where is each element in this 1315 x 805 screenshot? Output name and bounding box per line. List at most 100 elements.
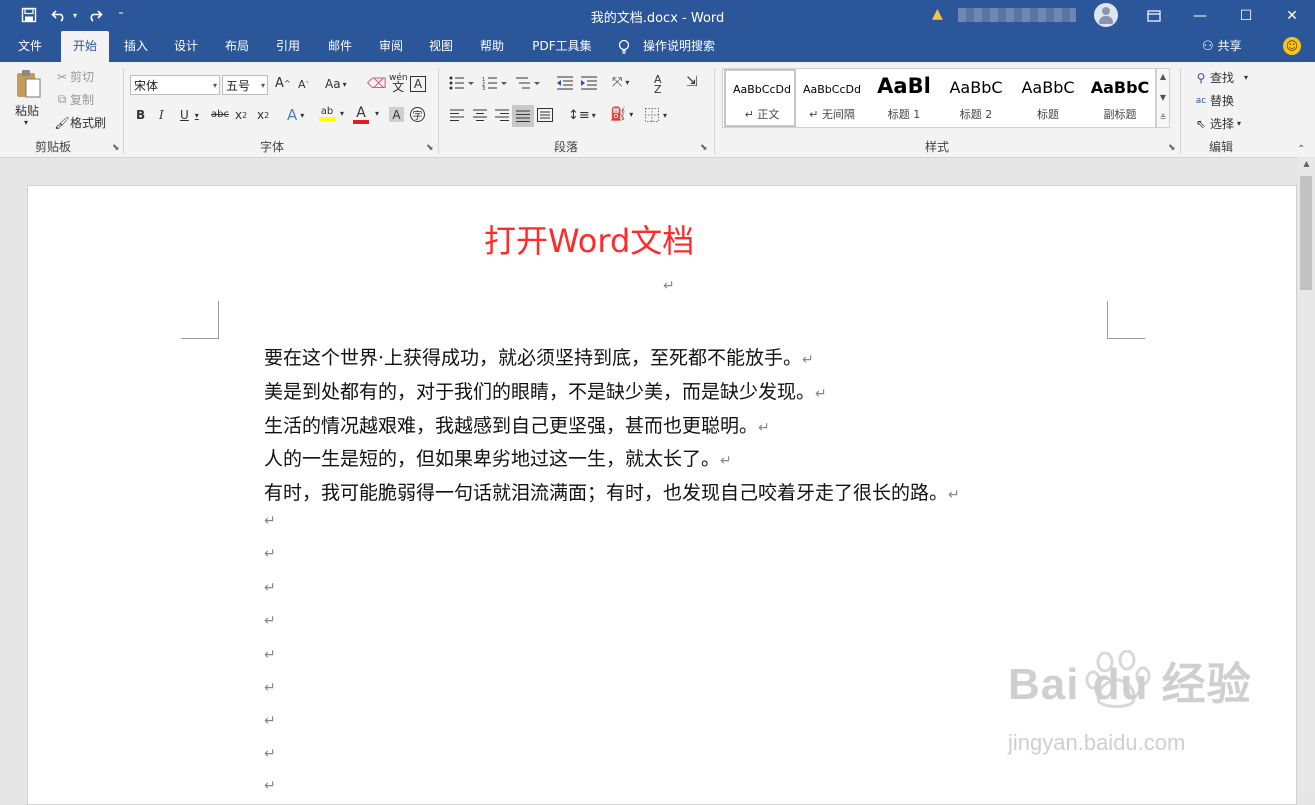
empty-paragraph-mark[interactable]: ↵ [264, 778, 276, 794]
paste-dropdown-icon[interactable]: ▾ [24, 118, 28, 127]
increase-indent-icon[interactable] [580, 76, 598, 90]
collapse-ribbon-icon[interactable]: ⌃ [1297, 144, 1305, 155]
chinese-layout-icon[interactable]: ⤧ ▾ [612, 75, 629, 90]
replace-button[interactable]: ac 替换 [1192, 92, 1234, 109]
tab-help[interactable]: 帮助 [470, 31, 514, 62]
align-left-icon[interactable] [449, 109, 465, 121]
scroll-down-icon[interactable]: ▼ [1157, 93, 1169, 102]
character-shading-icon[interactable]: A [389, 107, 404, 122]
warning-icon[interactable]: ▲ [932, 6, 943, 22]
tab-design[interactable]: 设计 [164, 31, 208, 62]
tab-insert[interactable]: 插入 [114, 31, 158, 62]
document-paragraph[interactable]: 生活的情况越艰难，我越感到自己更坚强，甚而也更聪明。↵ [264, 411, 770, 438]
ribbon-display-options-icon[interactable] [1131, 0, 1177, 31]
clipboard-launcher-icon[interactable]: ⬊ [112, 143, 120, 153]
justify-icon[interactable] [512, 105, 534, 127]
enclose-characters-icon[interactable]: 字 [410, 107, 425, 122]
font-launcher-icon[interactable]: ⬊ [426, 143, 434, 153]
underline-icon[interactable]: U ▾ [180, 108, 199, 122]
format-painter-button[interactable]: 🖌 格式刷 [54, 114, 106, 131]
cut-button[interactable]: ✂ 剪切 [54, 68, 94, 85]
sort-icon[interactable]: AZ [654, 74, 662, 95]
decrease-indent-icon[interactable] [556, 76, 574, 90]
vertical-scrollbar[interactable]: ▲ [1298, 157, 1315, 791]
italic-icon[interactable]: I [159, 108, 164, 122]
scrollbar-thumb[interactable] [1300, 176, 1312, 290]
share-button[interactable]: ⚇ 共享 [1202, 31, 1242, 62]
tab-pdf-tools[interactable]: PDF工具集 [526, 31, 598, 62]
scroll-up-icon[interactable]: ▲ [1298, 159, 1315, 168]
redo-icon[interactable] [84, 5, 106, 25]
tab-layout[interactable]: 布局 [215, 31, 259, 62]
tab-mailings[interactable]: 邮件 [318, 31, 362, 62]
styles-scroll[interactable]: ▲ ▼ ≚ [1156, 68, 1170, 128]
chevron-down-icon[interactable]: ▾ [340, 109, 344, 118]
more-styles-icon[interactable]: ≚ [1157, 113, 1169, 122]
tab-review[interactable]: 审阅 [369, 31, 413, 62]
strikethrough-icon[interactable]: abc [211, 109, 229, 120]
empty-paragraph-mark[interactable]: ↵ [264, 546, 276, 562]
tab-view[interactable]: 视图 [419, 31, 463, 62]
document-paragraph[interactable]: 要在这个世界·上获得成功，就必须坚持到底，至死都不能放手。↵ [264, 343, 814, 370]
save-icon[interactable] [18, 5, 40, 25]
empty-paragraph-mark[interactable]: ↵ [264, 680, 276, 696]
style-no-spacing[interactable]: AaBbCcDd ↵ 无间隔 [796, 69, 868, 127]
maximize-button[interactable]: ☐ [1223, 0, 1269, 31]
font-name-combo[interactable]: 宋体 ▾ [130, 75, 220, 95]
document-paragraph[interactable]: 人的一生是短的，但如果卑劣地过这一生，就太长了。↵ [264, 444, 732, 471]
tell-me-search[interactable]: 操作说明搜索 [643, 31, 723, 62]
grow-font-button[interactable]: A ^ [275, 76, 291, 91]
find-button[interactable]: ⚲ 查找 ▾ [1192, 69, 1248, 86]
align-center-icon[interactable] [472, 109, 488, 121]
undo-dropdown-icon[interactable]: ▾ [70, 5, 80, 25]
close-button[interactable]: ✕ [1269, 0, 1315, 31]
clear-formatting-icon[interactable]: ⌫ [367, 76, 387, 92]
customize-quick-access-icon[interactable]: ⁼ [114, 5, 128, 25]
tab-references[interactable]: 引用 [266, 31, 310, 62]
paste-icon[interactable] [14, 68, 46, 100]
styles-launcher-icon[interactable]: ⬊ [1168, 143, 1176, 153]
align-right-icon[interactable] [494, 109, 510, 121]
scroll-up-icon[interactable]: ▲ [1157, 72, 1169, 81]
change-case-button[interactable]: Aa ▾ [325, 77, 347, 91]
empty-paragraph-mark[interactable]: ↵ [264, 613, 276, 629]
empty-paragraph-mark[interactable]: ↵ [264, 746, 276, 762]
multilevel-list-icon[interactable] [515, 76, 541, 90]
line-spacing-icon[interactable]: ↕≡ ▾ [568, 108, 596, 123]
feedback-smiley-icon[interactable]: ☺ [1283, 37, 1301, 55]
document-heading[interactable]: 打开Word文档 [484, 216, 694, 262]
subscript-icon[interactable]: x2 [235, 108, 247, 122]
tab-home[interactable]: 开始 [61, 31, 109, 62]
paragraph-launcher-icon[interactable]: ⬊ [700, 143, 708, 153]
bold-icon[interactable]: B [136, 108, 145, 122]
tab-file[interactable]: 文件 [8, 31, 52, 62]
empty-paragraph-mark[interactable]: ↵ [264, 713, 276, 729]
numbering-icon[interactable]: 123 [482, 76, 508, 90]
style-title[interactable]: AaBbC 标题 [1012, 69, 1084, 127]
distributed-icon[interactable] [537, 108, 553, 122]
document-paragraph[interactable]: 有时，我可能脆弱得一句话就泪流满面；有时，也发现自己咬着牙走了很长的路。↵ [264, 478, 960, 505]
text-effects-icon[interactable]: A ▾ [287, 106, 304, 124]
undo-icon[interactable] [48, 5, 70, 25]
copy-button[interactable]: ⧉ 复制 [54, 91, 94, 108]
borders-icon[interactable]: ▾ [645, 108, 667, 122]
superscript-icon[interactable]: x2 [257, 108, 269, 122]
highlight-icon[interactable]: ab [319, 106, 335, 121]
select-button[interactable]: ⇖ 选择 ▾ [1192, 115, 1241, 132]
minimize-button[interactable]: — [1177, 0, 1223, 31]
paste-button-label[interactable]: 粘贴 [15, 102, 39, 119]
character-border-icon[interactable]: A [410, 76, 426, 92]
style-heading-1[interactable]: AaBl 标题 1 [868, 69, 940, 127]
style-heading-2[interactable]: AaBbC 标题 2 [940, 69, 1012, 127]
empty-paragraph-mark[interactable]: ↵ [264, 647, 276, 663]
phonetic-guide-icon[interactable]: wén 文 [389, 74, 408, 94]
shrink-font-button[interactable]: Aˇ [298, 78, 309, 91]
chevron-down-icon[interactable]: ▾ [375, 109, 379, 118]
bullets-icon[interactable] [449, 76, 475, 90]
shading-icon[interactable]: ⛽ ▾ [610, 107, 633, 122]
empty-paragraph-mark[interactable]: ↵ [264, 513, 276, 529]
empty-paragraph-mark[interactable]: ↵ [264, 580, 276, 596]
font-color-icon[interactable]: A [353, 106, 369, 124]
document-paragraph[interactable]: 美是到处都有的，对于我们的眼睛，不是缺少美，而是缺少发现。↵ [264, 377, 827, 404]
avatar[interactable] [1094, 3, 1118, 27]
